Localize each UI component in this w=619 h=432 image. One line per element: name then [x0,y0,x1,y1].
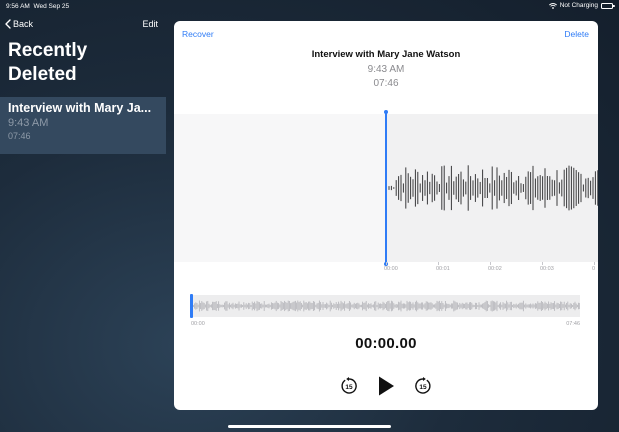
charging-status: Not Charging [559,2,598,9]
edit-button[interactable]: Edit [142,19,158,29]
detail-duration: 07:46 [373,78,399,89]
back-label: Back [13,19,34,29]
tick-mark [386,262,387,265]
timeline-ruler: 00:00 00:01 00:02 00:03 0 [174,262,598,276]
recording-list-item[interactable]: Interview with Mary Ja... 9:43 AM 07:46 [0,97,166,154]
skip-back-15-icon: 15 [341,377,357,394]
sidebar-nav: Back Edit [0,19,166,33]
play-button[interactable] [377,375,395,402]
skip-forward-15-icon: 15 [415,377,431,394]
tick-mark [490,262,491,265]
skip-back-button[interactable]: 15 [340,377,358,400]
home-indicator[interactable] [228,425,391,428]
tick-label: 00:00 [384,266,398,272]
status-bar: 9:56 AM Wed Sep 25 Not Charging [0,0,619,13]
playhead[interactable] [385,112,387,264]
tick-label: 00:03 [540,266,554,272]
svg-text:15: 15 [345,384,353,391]
tick-label: 00:01 [436,266,450,272]
recover-button[interactable]: Recover [182,29,214,39]
detail-time: 9:43 AM [367,64,405,75]
tick-mark [594,262,595,265]
playback-controls: 15 15 [340,375,432,397]
recording-time: 9:43 AM [8,117,49,129]
play-icon [379,376,394,396]
wifi-icon [548,2,557,9]
detail-title: Interview with Mary Jane Watson [311,49,461,60]
current-time: 00:00.00 [355,335,417,352]
delete-button[interactable]: Delete [564,29,589,39]
tick-mark [542,262,543,265]
status-right: Not Charging [548,2,615,9]
overview-end-time: 07:46 [566,321,580,327]
overview-waveform[interactable] [190,295,580,317]
overview-scrubber[interactable] [190,294,193,318]
battery-icon [601,2,615,9]
page-title: Recently Deleted [8,40,88,85]
tick-label: 0 [592,266,596,272]
back-button[interactable]: Back [5,19,33,29]
tick-mark [438,262,439,265]
skip-forward-button[interactable]: 15 [414,377,432,400]
recording-detail-panel: Recover Delete Interview with Mary Jane … [174,21,598,410]
chevron-left-icon [5,19,11,29]
tick-label: 00:02 [488,266,502,272]
waveform-empty-region [174,114,386,262]
playhead-top-handle[interactable] [384,110,388,114]
recording-title: Interview with Mary Ja... [8,101,152,115]
status-time: 9:56 AM Wed Sep 25 [6,3,70,10]
waveform [388,165,598,211]
overview-start-time: 00:00 [191,321,205,327]
recording-duration: 07:46 [8,131,31,141]
svg-text:15: 15 [419,384,427,391]
sidebar: Back Edit Recently Deleted Interview wit… [0,13,166,432]
